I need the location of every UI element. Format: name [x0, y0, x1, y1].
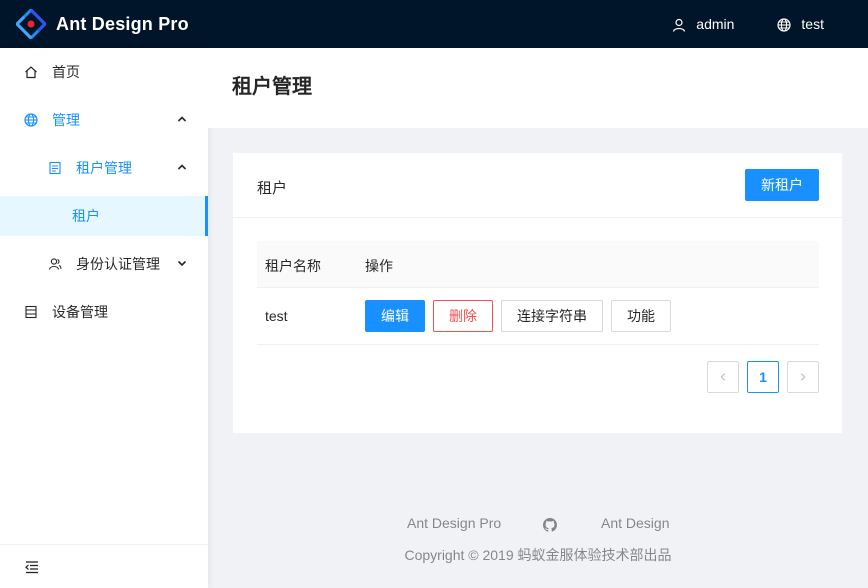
sidebar-item-label: 设备管理 — [52, 304, 108, 320]
pagination: 1 — [699, 361, 819, 393]
page-1-button[interactable]: 1 — [747, 361, 779, 393]
tenant-card: 租户 新租户 租户名称 操作 test 编辑 删除 连接字符串 功能 1 — [233, 153, 842, 433]
app-title: Ant Design Pro — [56, 13, 189, 34]
table-header: 租户名称 操作 — [257, 241, 819, 288]
logo[interactable]: Ant Design Pro — [0, 0, 189, 48]
chevron-up-icon — [176, 161, 188, 173]
sidebar-item-label: 身份认证管理 — [76, 256, 160, 272]
team-icon — [48, 257, 62, 271]
sidebar: 首页 管理 租户管理 租户 身份认证管理 设备管理 — [0, 48, 208, 588]
global-icon — [24, 113, 38, 127]
sidebar-item-label: 首页 — [52, 64, 80, 80]
user-icon — [672, 18, 686, 32]
chevron-up-icon — [176, 113, 188, 125]
copyright-text: Copyright © 2019 蚂蚁金服体验技术部出品 — [404, 547, 672, 563]
new-tenant-button[interactable]: 新租户 — [745, 169, 819, 201]
footer-links: Ant Design Pro Ant Design — [208, 515, 868, 535]
footer-link-ant-design-pro[interactable]: Ant Design Pro — [407, 515, 501, 531]
collapse-menu-button[interactable] — [0, 544, 208, 588]
sidebar-item-home[interactable]: 首页 — [0, 52, 208, 92]
tenant-table: 租户名称 操作 test 编辑 删除 连接字符串 功能 — [257, 241, 819, 345]
sidebar-item-label: 租户管理 — [76, 160, 132, 176]
ant-design-logo-icon — [16, 9, 46, 39]
chevron-left-icon — [718, 372, 728, 382]
card-title: 租户 — [257, 180, 288, 197]
menu-fold-icon — [24, 559, 40, 575]
column-header-name: 租户名称 — [265, 258, 321, 274]
next-page-button[interactable] — [787, 361, 819, 393]
sidebar-item-tenant-management[interactable]: 租户管理 — [0, 148, 208, 188]
chevron-down-icon — [176, 257, 188, 269]
prev-page-button[interactable] — [707, 361, 739, 393]
page-header: 租户管理 — [208, 48, 868, 128]
sidebar-item-label: 管理 — [52, 112, 80, 128]
language-label: test — [801, 16, 824, 32]
column-header-actions: 操作 — [365, 258, 393, 274]
features-button[interactable]: 功能 — [611, 300, 671, 332]
home-icon — [24, 65, 38, 79]
sidebar-item-tenant[interactable]: 租户 — [0, 196, 208, 236]
language-menu[interactable]: test — [777, 0, 824, 48]
profile-icon — [48, 161, 62, 175]
footer-link-ant-design[interactable]: Ant Design — [601, 515, 669, 531]
github-icon[interactable] — [543, 518, 557, 532]
connection-string-button[interactable]: 连接字符串 — [501, 300, 603, 332]
sidebar-item-device-management[interactable]: 设备管理 — [0, 292, 208, 332]
global-icon — [777, 18, 792, 32]
user-name: admin — [696, 16, 735, 32]
chevron-right-icon — [798, 372, 808, 382]
user-menu[interactable]: admin — [672, 0, 734, 48]
top-header: Ant Design Pro admin test — [0, 0, 868, 48]
container-icon — [24, 305, 38, 319]
card-header: 租户 新租户 — [233, 153, 842, 218]
sidebar-item-identity-management[interactable]: 身份认证管理 — [0, 244, 208, 284]
tenant-name-cell: test — [265, 308, 288, 324]
sidebar-item-label: 租户 — [72, 208, 100, 224]
page-title: 租户管理 — [232, 76, 312, 98]
table-row: test 编辑 删除 连接字符串 功能 — [257, 288, 819, 345]
sidebar-item-manage[interactable]: 管理 — [0, 100, 208, 140]
delete-button[interactable]: 删除 — [433, 300, 493, 332]
edit-button[interactable]: 编辑 — [365, 300, 425, 332]
